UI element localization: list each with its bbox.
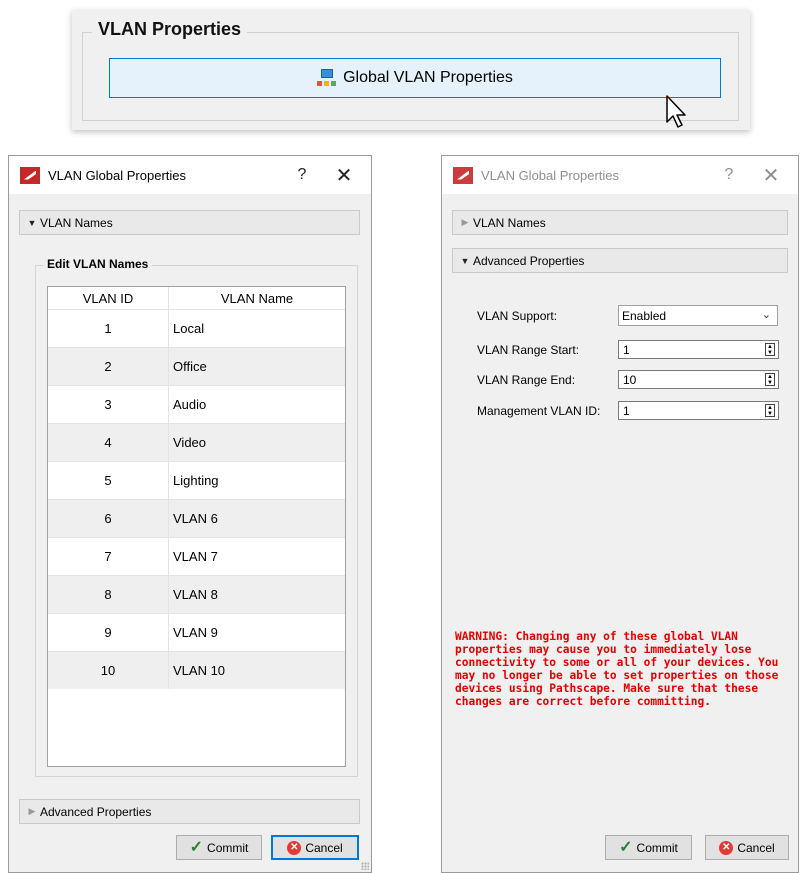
dialog-titlebar: VLAN Global Properties ? ✕ [442,156,798,194]
vlan-global-properties-dialog-advanced: VLAN Global Properties ? ✕ ▶ VLAN Names … [441,155,799,873]
vlan-names-table: VLAN ID VLAN Name 1 Local 2 Office 3 Aud… [47,286,346,767]
dialog-titlebar: VLAN Global Properties ? ✕ [9,156,371,194]
commit-button[interactable]: ✓ Commit [176,835,262,860]
table-row[interactable]: 4 Video [48,423,345,461]
vlan-name-cell[interactable]: VLAN 7 [168,538,345,575]
spin-arrows-icon[interactable]: ▲ ▼ [765,373,775,386]
vlan-id-cell: 6 [104,511,112,526]
commit-label: Commit [636,840,678,855]
checkmark-icon: ✓ [619,838,633,856]
vlan-range-start-label: VLAN Range Start: [477,343,580,357]
help-button[interactable]: ? [708,166,750,184]
edit-vlan-names-title: Edit VLAN Names [43,257,153,271]
close-button[interactable]: ✕ [750,163,792,188]
spin-arrows-icon[interactable]: ▲ ▼ [765,343,775,356]
vlan-name-cell[interactable]: Audio [168,386,345,423]
table-header: VLAN ID VLAN Name [48,287,345,309]
vlan-support-select[interactable]: Enabled ⌄ [618,305,778,326]
cancel-button[interactable]: ✕ Cancel [271,835,359,860]
vlan-support-value: Enabled [622,308,667,323]
vlan-properties-group-title: VLAN Properties [92,19,248,40]
commit-label: Commit [207,840,249,855]
management-vlan-id-spinbox[interactable]: 1 ▲ ▼ [618,401,779,420]
collapsed-arrow-icon: ▶ [28,806,36,816]
vlan-name-cell[interactable]: Lighting [168,462,345,499]
cancel-x-icon: ✕ [719,840,734,855]
cancel-x-icon: ✕ [287,840,302,855]
app-logo-icon [453,166,473,184]
vlan-support-label: VLAN Support: [477,309,558,323]
table-row[interactable]: 6 VLAN 6 [48,499,345,537]
vlan-properties-panel: VLAN Properties Global VLAN Properties [72,10,750,130]
global-vlan-properties-label: Global VLAN Properties [343,69,513,86]
vlan-name-cell[interactable]: VLAN 6 [168,500,345,537]
section-vlan-names-label: VLAN Names [40,215,113,230]
management-vlan-id-label: Management VLAN ID: [477,404,601,418]
cancel-label: Cancel [737,840,775,855]
table-row[interactable]: 7 VLAN 7 [48,537,345,575]
vlan-name-cell[interactable]: Local [168,310,345,347]
vlan-id-cell: 5 [104,473,112,488]
vlan-id-cell: 2 [104,359,112,374]
vlan-id-cell: 8 [104,587,112,602]
section-advanced-properties-label: Advanced Properties [40,804,152,819]
dialog-title: VLAN Global Properties [48,167,187,183]
dialog-title: VLAN Global Properties [481,167,620,183]
section-advanced-properties[interactable]: ▶ Advanced Properties [19,799,360,824]
warning-message: WARNING: Changing any of these global VL… [455,630,779,708]
table-row[interactable]: 3 Audio [48,385,345,423]
table-row[interactable]: 5 Lighting [48,461,345,499]
mouse-pointer-icon [665,94,689,133]
table-row[interactable]: 2 Office [48,347,345,385]
vlan-name-cell[interactable]: VLAN 9 [168,614,345,651]
column-header-vlan-id[interactable]: VLAN ID [48,291,168,306]
network-icon [317,69,337,87]
vlan-name-cell[interactable]: Office [168,348,345,385]
expanded-arrow-icon: ▼ [27,217,37,228]
section-vlan-names-label: VLAN Names [473,215,546,230]
vlan-id-cell: 4 [104,435,112,450]
vlan-name-cell[interactable]: VLAN 8 [168,576,345,613]
vlan-id-cell: 7 [104,549,112,564]
checkmark-icon: ✓ [189,838,204,856]
global-vlan-properties-button[interactable]: Global VLAN Properties [109,58,721,98]
vlan-id-cell: 10 [100,663,116,678]
column-header-vlan-name[interactable]: VLAN Name [168,287,345,309]
vlan-name-cell[interactable]: Video [168,424,345,461]
vlan-name-cell[interactable]: VLAN 10 [168,652,345,689]
section-advanced-properties-label: Advanced Properties [473,253,585,268]
cancel-button[interactable]: ✕ Cancel [705,835,789,860]
table-row[interactable]: 8 VLAN 8 [48,575,345,613]
close-button[interactable]: ✕ [323,163,365,188]
chevron-down-icon: ⌄ [761,309,771,321]
commit-button[interactable]: ✓ Commit [605,835,692,860]
section-advanced-properties[interactable]: ▼ Advanced Properties [452,248,788,273]
section-vlan-names[interactable]: ▶ VLAN Names [452,210,788,235]
app-logo-icon [20,166,40,184]
vlan-range-end-value: 10 [623,372,637,387]
vlan-range-end-label: VLAN Range End: [477,373,576,387]
expanded-arrow-icon: ▼ [460,255,470,266]
vlan-id-cell: 9 [104,625,112,640]
cancel-label: Cancel [305,840,343,855]
vlan-range-start-value: 1 [623,342,630,357]
collapsed-arrow-icon: ▶ [461,217,469,227]
section-vlan-names[interactable]: ▼ VLAN Names [19,210,360,235]
help-button[interactable]: ? [281,166,323,184]
table-row[interactable]: 9 VLAN 9 [48,613,345,651]
table-row[interactable]: 10 VLAN 10 [48,651,345,689]
resize-grip-icon[interactable] [361,862,369,870]
vlan-id-cell: 3 [104,397,112,412]
spin-arrows-icon[interactable]: ▲ ▼ [765,404,775,417]
vlan-range-start-spinbox[interactable]: 1 ▲ ▼ [618,340,779,359]
vlan-range-end-spinbox[interactable]: 10 ▲ ▼ [618,370,779,389]
vlan-global-properties-dialog-names: VLAN Global Properties ? ✕ ▼ VLAN Names … [8,155,372,873]
management-vlan-id-value: 1 [623,403,630,418]
vlan-id-cell: 1 [104,321,112,336]
table-row[interactable]: 1 Local [48,309,345,347]
